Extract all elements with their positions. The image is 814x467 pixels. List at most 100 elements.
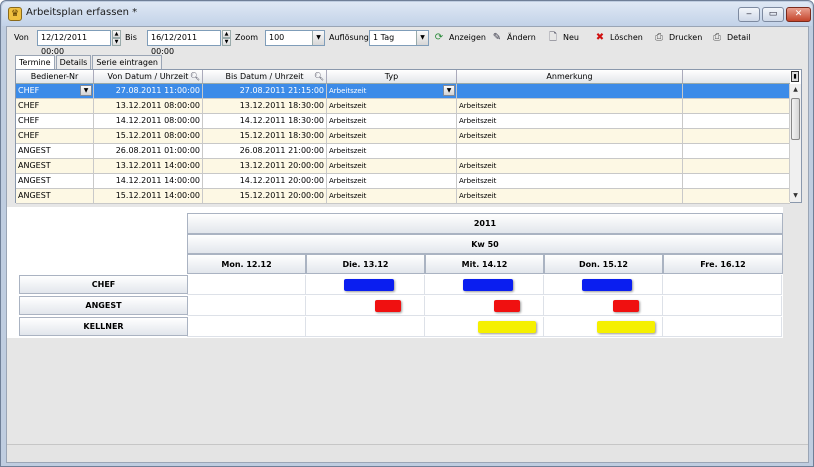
table-cell[interactable]: Arbeitszeit <box>457 99 683 113</box>
table-cell[interactable]: 15.12.2011 18:30:00 <box>203 129 327 143</box>
col-bediener-nr[interactable]: Bediener-Nr <box>16 70 94 83</box>
schedule-cell[interactable] <box>187 296 306 316</box>
table-cell[interactable]: Arbeitszeit <box>327 114 457 128</box>
spin-up-icon[interactable]: ▲ <box>222 30 231 38</box>
table-cell[interactable]: CHEF <box>16 129 94 143</box>
table-cell[interactable]: Arbeitszeit <box>457 189 683 203</box>
table-cell[interactable]: Arbeitszeit <box>327 159 457 173</box>
table-cell[interactable]: Arbeitszeit <box>327 99 457 113</box>
appointment-bar[interactable] <box>344 279 394 291</box>
search-icon[interactable]: 🔍︎ <box>314 70 324 83</box>
schedule-cell[interactable] <box>663 296 782 316</box>
table-cell[interactable]: 26.08.2011 21:00:00 <box>203 144 327 158</box>
tab-serie-eintragen[interactable]: Serie eintragen <box>92 55 162 69</box>
search-icon[interactable]: 🔍︎ <box>190 70 200 83</box>
table-row[interactable]: CHEF 15.12.2011 08:00:00 15.12.2011 18:30:… <box>16 129 790 144</box>
schedule-cell[interactable] <box>663 317 782 337</box>
appointment-bar[interactable] <box>582 279 632 291</box>
loeschen-button[interactable]: ✖ Löschen <box>594 30 643 46</box>
table-row[interactable]: ANGEST 14.12.2011 14:00:00 14.12.2011 20:0… <box>16 174 790 189</box>
table-row[interactable]: CHEF 14.12.2011 08:00:00 14.12.2011 18:30:… <box>16 114 790 129</box>
table-cell[interactable]: ANGEST <box>16 159 94 173</box>
schedule-cell[interactable] <box>306 296 425 316</box>
table-row[interactable]: ANGEST 15.12.2011 14:00:00 15.12.2011 20:0… <box>16 189 790 204</box>
table-cell[interactable]: Arbeitszeit <box>457 129 683 143</box>
table-cell[interactable]: 27.08.2011 11:00:00 <box>94 84 203 98</box>
table-cell[interactable]: Arbeitszeit <box>457 159 683 173</box>
table-cell[interactable]: 15.12.2011 20:00:00 <box>203 189 327 203</box>
tab-details[interactable]: Details <box>55 55 92 69</box>
maximize-button[interactable]: ▭ <box>762 7 784 22</box>
appointment-bar[interactable] <box>494 300 520 312</box>
table-cell[interactable]: Arbeitszeit <box>327 144 457 158</box>
table-cell[interactable]: 14.12.2011 18:30:00 <box>203 114 327 128</box>
von-date-field[interactable]: 12/12/2011 00:00 <box>37 30 111 56</box>
table-cell[interactable]: Arbeitszeit ▼ <box>327 84 457 98</box>
spin-down-icon[interactable]: ▼ <box>222 38 231 46</box>
table-cell[interactable]: 26.08.2011 01:00:00 <box>94 144 203 158</box>
chevron-down-icon[interactable]: ▼ <box>443 85 455 96</box>
table-row[interactable]: ANGEST 26.08.2011 01:00:00 26.08.2011 21:0… <box>16 144 790 159</box>
chevron-down-icon[interactable]: ▼ <box>80 85 92 96</box>
chevron-down-icon[interactable]: ▼ <box>416 31 428 45</box>
scroll-up-icon[interactable]: ▲ <box>790 84 801 96</box>
table-cell[interactable]: Arbeitszeit <box>327 189 457 203</box>
table-cell[interactable]: 13.12.2011 20:00:00 <box>203 159 327 173</box>
table-cell[interactable]: Arbeitszeit <box>457 174 683 188</box>
chevron-down-icon[interactable]: ▼ <box>312 31 324 45</box>
col-bis-datum[interactable]: Bis Datum / Uhrzeit 🔍︎ <box>203 70 327 83</box>
col-typ[interactable]: Typ <box>327 70 457 83</box>
table-cell[interactable]: ANGEST <box>16 144 94 158</box>
scroll-down-icon[interactable]: ▼ <box>790 190 801 202</box>
table-cell[interactable]: Arbeitszeit <box>327 174 457 188</box>
table-cell[interactable]: 15.12.2011 08:00:00 <box>94 129 203 143</box>
table-cell[interactable]: CHEF ▼ <box>16 84 94 98</box>
table-cell[interactable]: 14.12.2011 20:00:00 <box>203 174 327 188</box>
spin-down-icon[interactable]: ▼ <box>112 38 121 46</box>
schedule-cell[interactable] <box>306 317 425 337</box>
bis-date-field[interactable]: 16/12/2011 00:00 <box>147 30 221 56</box>
col-anmerkung[interactable]: Anmerkung <box>457 70 683 83</box>
col-von-datum[interactable]: Von Datum / Uhrzeit 🔍︎ <box>94 70 203 83</box>
anzeigen-button[interactable]: ⟳ Anzeigen <box>433 30 486 46</box>
minimize-button[interactable]: ‒ <box>738 7 760 22</box>
table-cell[interactable]: 15.12.2011 14:00:00 <box>94 189 203 203</box>
table-cell[interactable]: 13.12.2011 18:30:00 <box>203 99 327 113</box>
table-cell[interactable]: 14.12.2011 08:00:00 <box>94 114 203 128</box>
close-button[interactable]: ✕ <box>786 7 811 22</box>
zoom-select[interactable]: 100 ▼ <box>265 30 325 46</box>
appointment-bar[interactable] <box>463 279 513 291</box>
neu-button[interactable]: 🗋 Neu <box>547 30 579 46</box>
tab-termine[interactable]: Termine <box>15 55 55 70</box>
bis-spinner[interactable]: ▲ ▼ <box>222 30 231 46</box>
schedule-cell[interactable] <box>187 275 306 295</box>
table-cell[interactable] <box>457 84 683 98</box>
table-row[interactable]: CHEF 13.12.2011 08:00:00 13.12.2011 18:30:… <box>16 99 790 114</box>
vertical-scrollbar[interactable]: ▲ ▼ <box>789 84 801 202</box>
table-cell[interactable]: CHEF <box>16 114 94 128</box>
table-cell[interactable]: Arbeitszeit <box>327 129 457 143</box>
table-cell[interactable]: ANGEST <box>16 174 94 188</box>
table-cell[interactable]: 13.12.2011 14:00:00 <box>94 159 203 173</box>
detail-button[interactable]: ⎙ Detail <box>711 30 751 46</box>
aufloesung-select[interactable]: 1 Tag ▼ <box>369 30 429 46</box>
schedule-cell[interactable] <box>663 275 782 295</box>
schedule-cell[interactable] <box>425 296 544 316</box>
title-bar[interactable]: ♛ Arbeitsplan erfassen * ‒ ▭ ✕ <box>2 2 812 26</box>
appointment-bar[interactable] <box>613 300 639 312</box>
table-cell[interactable]: 27.08.2011 21:15:00 <box>203 84 327 98</box>
appointment-bar[interactable] <box>597 321 655 333</box>
scroll-thumb[interactable] <box>791 98 800 140</box>
trash-icon[interactable]: ▮ <box>791 71 799 82</box>
table-row[interactable]: ANGEST 13.12.2011 14:00:00 13.12.2011 20:0… <box>16 159 790 174</box>
table-row[interactable]: CHEF ▼ 27.08.2011 11:00:00 27.08.2011 21:15… <box>16 84 790 99</box>
table-cell[interactable]: ANGEST <box>16 189 94 203</box>
schedule-cell[interactable] <box>187 317 306 337</box>
termine-grid[interactable]: Bediener-Nr Von Datum / Uhrzeit 🔍︎ Bis D… <box>15 69 802 204</box>
appointment-bar[interactable] <box>478 321 536 333</box>
table-cell[interactable]: Arbeitszeit <box>457 114 683 128</box>
aendern-button[interactable]: ✎ Ändern <box>491 30 536 46</box>
table-cell[interactable]: 13.12.2011 08:00:00 <box>94 99 203 113</box>
schedule-cell[interactable] <box>544 296 663 316</box>
drucken-button[interactable]: ⎙ Drucken <box>653 30 702 46</box>
